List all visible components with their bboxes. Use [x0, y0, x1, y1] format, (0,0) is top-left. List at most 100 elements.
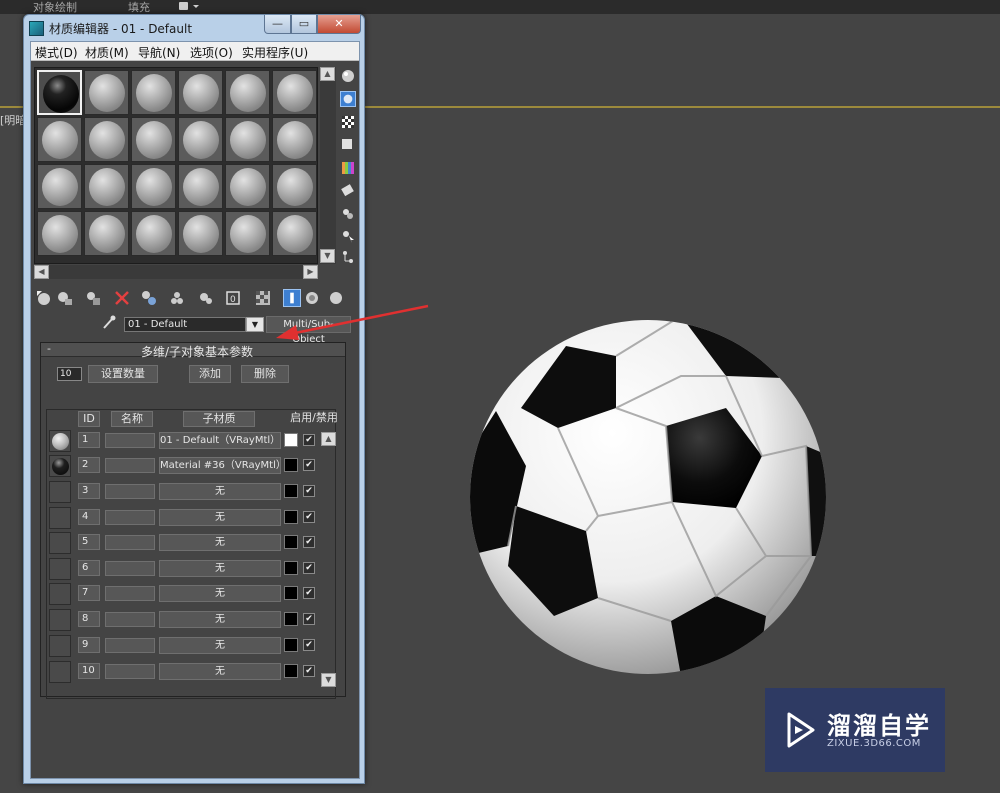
row-id[interactable]: 3 [78, 483, 100, 499]
sample-slot[interactable] [37, 164, 82, 209]
menu-options[interactable]: 选项(O) [190, 44, 233, 61]
chevron-down-icon[interactable]: ▼ [246, 317, 264, 332]
sub-material-button[interactable]: 无 [159, 637, 281, 654]
material-count-field[interactable]: 10 [57, 367, 82, 381]
sample-slot[interactable] [131, 117, 176, 162]
row-id[interactable]: 10 [78, 663, 100, 679]
sample-slot[interactable] [178, 117, 223, 162]
row-name-field[interactable] [105, 586, 155, 601]
row-color-swatch[interactable] [284, 561, 298, 575]
close-button[interactable]: ✕ [317, 15, 361, 34]
row-id[interactable]: 8 [78, 611, 100, 627]
tab-object-paint[interactable]: 对象绘制 [33, 0, 77, 15]
row-color-swatch[interactable] [284, 638, 298, 652]
row-name-field[interactable] [105, 664, 155, 679]
sample-slot[interactable] [178, 211, 223, 256]
collapse-icon[interactable]: - [47, 342, 51, 355]
enable-checkbox[interactable]: ✔ [303, 613, 315, 625]
sub-material-button[interactable]: Material #36（VRayMtl） [159, 457, 281, 474]
column-header-sub-material[interactable]: 子材质 [183, 411, 255, 427]
sub-material-swatch[interactable] [49, 481, 71, 503]
sub-material-swatch[interactable] [49, 430, 71, 452]
sample-slot[interactable] [84, 117, 129, 162]
row-name-field[interactable] [105, 433, 155, 448]
maximize-button[interactable]: ▭ [291, 15, 317, 34]
scroll-up-arrow-icon[interactable]: ▲ [320, 67, 335, 81]
row-color-swatch[interactable] [284, 458, 298, 472]
sample-slot[interactable] [37, 211, 82, 256]
sub-material-swatch[interactable] [49, 609, 71, 631]
scroll-down-arrow-icon[interactable]: ▼ [320, 249, 335, 263]
sub-material-button[interactable]: 无 [159, 509, 281, 526]
sample-slot[interactable] [272, 117, 317, 162]
sample-slot[interactable] [84, 211, 129, 256]
row-id[interactable]: 6 [78, 560, 100, 576]
material-name-field[interactable]: 01 - Default [124, 317, 246, 332]
row-name-field[interactable] [105, 535, 155, 550]
sample-slot[interactable] [272, 70, 317, 115]
add-button[interactable]: 添加 [189, 365, 231, 383]
reset-map-icon[interactable] [113, 289, 131, 307]
dropdown-arrow-icon[interactable] [178, 1, 202, 11]
slots-vertical-scrollbar[interactable]: ▲ ▼ [320, 67, 336, 264]
put-to-library-icon[interactable] [168, 289, 186, 307]
row-name-field[interactable] [105, 561, 155, 576]
row-name-field[interactable] [105, 612, 155, 627]
sample-slot[interactable] [84, 164, 129, 209]
row-color-swatch[interactable] [284, 664, 298, 678]
sub-material-button[interactable]: 无 [159, 663, 281, 680]
sub-material-button[interactable]: 无 [159, 534, 281, 551]
sample-slot[interactable] [225, 211, 270, 256]
get-material-icon[interactable] [35, 289, 53, 307]
column-header-name[interactable]: 名称 [111, 411, 153, 427]
slots-horizontal-scrollbar[interactable]: ◀ ▶ [34, 265, 318, 279]
enable-checkbox[interactable]: ✔ [303, 587, 315, 599]
sample-slot[interactable] [37, 117, 82, 162]
sample-slot[interactable] [225, 164, 270, 209]
sub-material-button[interactable]: 无 [159, 611, 281, 628]
row-id[interactable]: 5 [78, 534, 100, 550]
menu-mode[interactable]: 模式(D) [35, 44, 78, 61]
row-name-field[interactable] [105, 638, 155, 653]
sub-material-swatch[interactable] [49, 558, 71, 580]
sample-type-icon[interactable] [340, 68, 356, 84]
sub-material-swatch[interactable] [49, 507, 71, 529]
sub-material-swatch[interactable] [49, 532, 71, 554]
sub-material-button[interactable]: 01 - Default（VRayMtl） [159, 432, 281, 449]
rollout-header[interactable]: - 多维/子对象基本参数 [41, 342, 345, 359]
enable-checkbox[interactable]: ✔ [303, 536, 315, 548]
enable-checkbox[interactable]: ✔ [303, 665, 315, 677]
sample-slot[interactable] [84, 70, 129, 115]
put-to-scene-icon[interactable] [56, 289, 74, 307]
row-color-swatch[interactable] [284, 535, 298, 549]
sample-slot[interactable] [131, 211, 176, 256]
minimize-button[interactable]: — [264, 15, 291, 34]
sample-slot[interactable] [272, 211, 317, 256]
options-icon[interactable] [340, 206, 356, 222]
show-map-icon[interactable]: 0 [225, 289, 243, 307]
delete-button[interactable]: 删除 [241, 365, 289, 383]
material-navigator-icon[interactable] [340, 249, 356, 265]
uv-tiling-icon[interactable] [340, 137, 356, 153]
row-id[interactable]: 7 [78, 585, 100, 601]
row-name-field[interactable] [105, 484, 155, 499]
enable-checkbox[interactable]: ✔ [303, 485, 315, 497]
scroll-right-arrow-icon[interactable]: ▶ [303, 265, 318, 279]
enable-checkbox[interactable]: ✔ [303, 459, 315, 471]
sample-slot[interactable] [37, 70, 82, 115]
sample-slot[interactable] [131, 164, 176, 209]
enable-checkbox[interactable]: ✔ [303, 639, 315, 651]
row-name-field[interactable] [105, 458, 155, 473]
enable-checkbox[interactable]: ✔ [303, 511, 315, 523]
window-titlebar[interactable]: 材质编辑器 - 01 - Default — ▭ ✕ [24, 15, 364, 41]
sub-material-button[interactable]: 无 [159, 585, 281, 602]
make-preview-icon[interactable] [340, 183, 356, 199]
sub-material-button[interactable]: 无 [159, 483, 281, 500]
menu-material[interactable]: 材质(M) [85, 44, 129, 61]
row-color-swatch[interactable] [284, 484, 298, 498]
eyedropper-icon[interactable] [101, 314, 117, 330]
sub-material-button[interactable]: 无 [159, 560, 281, 577]
row-color-swatch[interactable] [284, 510, 298, 524]
sample-slot[interactable] [225, 70, 270, 115]
sample-slot[interactable] [225, 117, 270, 162]
